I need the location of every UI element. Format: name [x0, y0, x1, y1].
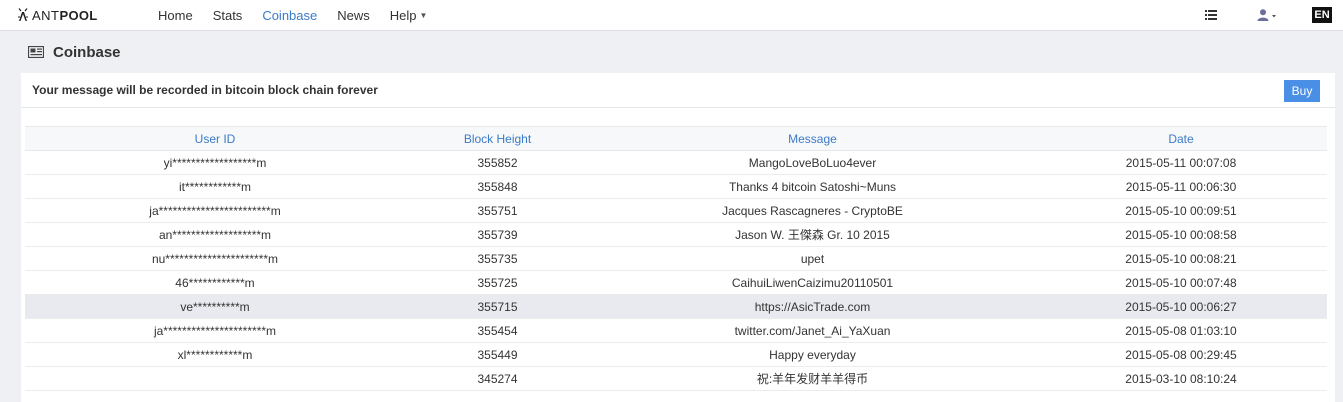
cell-block-height: 355852 [405, 150, 590, 175]
antpool-logo[interactable]: ANT POOL [17, 0, 158, 31]
brand-name-part1: ANT [32, 7, 60, 23]
nav-help-label: Help [389, 7, 417, 23]
cell-user-id [25, 366, 405, 391]
table-header-row: User ID Block Height Message Date [25, 126, 1327, 151]
panel-message: Your message will be recorded in bitcoin… [32, 83, 378, 97]
chevron-down-icon: ▼ [419, 10, 428, 20]
cell-date: 2015-05-10 00:06:27 [1035, 294, 1327, 319]
cell-message: Happy everyday [590, 342, 1035, 367]
column-header-user-id[interactable]: User ID [25, 126, 405, 151]
column-header-message[interactable]: Message [590, 126, 1035, 151]
cell-date: 2015-05-08 01:03:10 [1035, 318, 1327, 343]
brand-name-part2: POOL [59, 7, 98, 23]
cell-user-id: ve**********m [25, 294, 405, 319]
cell-user-id: ja************************m [25, 198, 405, 223]
list-icon[interactable] [1205, 10, 1217, 20]
table-row: it************m 355848 Thanks 4 bitcoin … [25, 174, 1327, 199]
table-row: ja************************m 355751 Jacqu… [25, 198, 1327, 223]
cell-message: Jacques Rascagneres - CryptoBE [590, 198, 1035, 223]
column-header-block-height[interactable]: Block Height [405, 126, 590, 151]
cell-user-id: it************m [25, 174, 405, 199]
user-avatar-icon[interactable] [1257, 9, 1277, 21]
page-title: Coinbase [53, 43, 121, 61]
table-row: an*******************m 355739 Jason W. 王… [25, 222, 1327, 247]
coinbase-panel: Your message will be recorded in bitcoin… [21, 73, 1335, 402]
cell-user-id: nu**********************m [25, 246, 405, 271]
page-header: Coinbase [0, 31, 1343, 73]
nav-coinbase[interactable]: Coinbase [262, 0, 317, 31]
cell-date: 2015-05-10 00:08:58 [1035, 222, 1327, 247]
cell-message: twitter.com/Janet_Ai_YaXuan [590, 318, 1035, 343]
cell-date: 2015-05-10 00:07:48 [1035, 270, 1327, 295]
main-nav: Home Stats Coinbase News Help ▼ [158, 0, 447, 31]
cell-block-height: 355449 [405, 342, 590, 367]
cell-date: 2015-05-11 00:06:30 [1035, 174, 1327, 199]
table-row: 345274 祝:羊年发财羊羊得币 2015-03-10 08:10:24 [25, 366, 1327, 391]
buy-button[interactable]: Buy [1284, 80, 1320, 102]
nav-home[interactable]: Home [158, 0, 193, 31]
cell-block-height: 355725 [405, 270, 590, 295]
cell-user-id: yi******************m [25, 150, 405, 175]
cell-block-height: 355454 [405, 318, 590, 343]
table-row: nu**********************m 355735 upet 20… [25, 246, 1327, 271]
table-row: yi******************m 355852 MangoLoveBo… [25, 150, 1327, 175]
cell-block-height: 355848 [405, 174, 590, 199]
nav-help[interactable]: Help ▼ [390, 0, 428, 31]
cell-message: Jason W. 王傑森 Gr. 10 2015 [590, 222, 1035, 247]
top-navbar: ANT POOL Home Stats Coinbase News Help ▼ E… [0, 0, 1343, 31]
nav-news[interactable]: News [337, 0, 370, 31]
table-row: ja**********************m 355454 twitter… [25, 318, 1327, 343]
cell-message: Thanks 4 bitcoin Satoshi~Muns [590, 174, 1035, 199]
cell-date: 2015-05-10 00:09:51 [1035, 198, 1327, 223]
table-row: 46************m 355725 CaihuiLiwenCaizim… [25, 270, 1327, 295]
cell-date: 2015-03-10 08:10:24 [1035, 366, 1327, 391]
cell-user-id: xl************m [25, 342, 405, 367]
cell-user-id: an*******************m [25, 222, 405, 247]
table-row-highlighted: ve**********m 355715 https://AsicTrade.c… [25, 294, 1327, 319]
cell-message: upet [590, 246, 1035, 271]
cell-block-height: 345274 [405, 366, 590, 391]
cell-block-height: 355739 [405, 222, 590, 247]
cell-block-height: 355751 [405, 198, 590, 223]
ant-logo-icon [18, 8, 28, 21]
cell-user-id: 46************m [25, 270, 405, 295]
cell-message: MangoLoveBoLuo4ever [590, 150, 1035, 175]
language-selector[interactable]: EN [1312, 7, 1332, 23]
cell-block-height: 355715 [405, 294, 590, 319]
cell-user-id: ja**********************m [25, 318, 405, 343]
cell-date: 2015-05-08 00:29:45 [1035, 342, 1327, 367]
cell-block-height: 355735 [405, 246, 590, 271]
panel-header: Your message will be recorded in bitcoin… [21, 73, 1335, 108]
coinbase-messages-table: User ID Block Height Message Date yi****… [25, 126, 1327, 391]
cell-message: CaihuiLiwenCaizimu20110501 [590, 270, 1035, 295]
column-header-date[interactable]: Date [1035, 126, 1327, 151]
cell-date: 2015-05-10 00:08:21 [1035, 246, 1327, 271]
cell-date: 2015-05-11 00:07:08 [1035, 150, 1327, 175]
cell-message: https://AsicTrade.com [590, 294, 1035, 319]
cell-message: 祝:羊年发财羊羊得币 [590, 366, 1035, 391]
newspaper-icon [28, 46, 44, 58]
table-row: xl************m 355449 Happy everyday 20… [25, 342, 1327, 367]
nav-stats[interactable]: Stats [213, 0, 243, 31]
